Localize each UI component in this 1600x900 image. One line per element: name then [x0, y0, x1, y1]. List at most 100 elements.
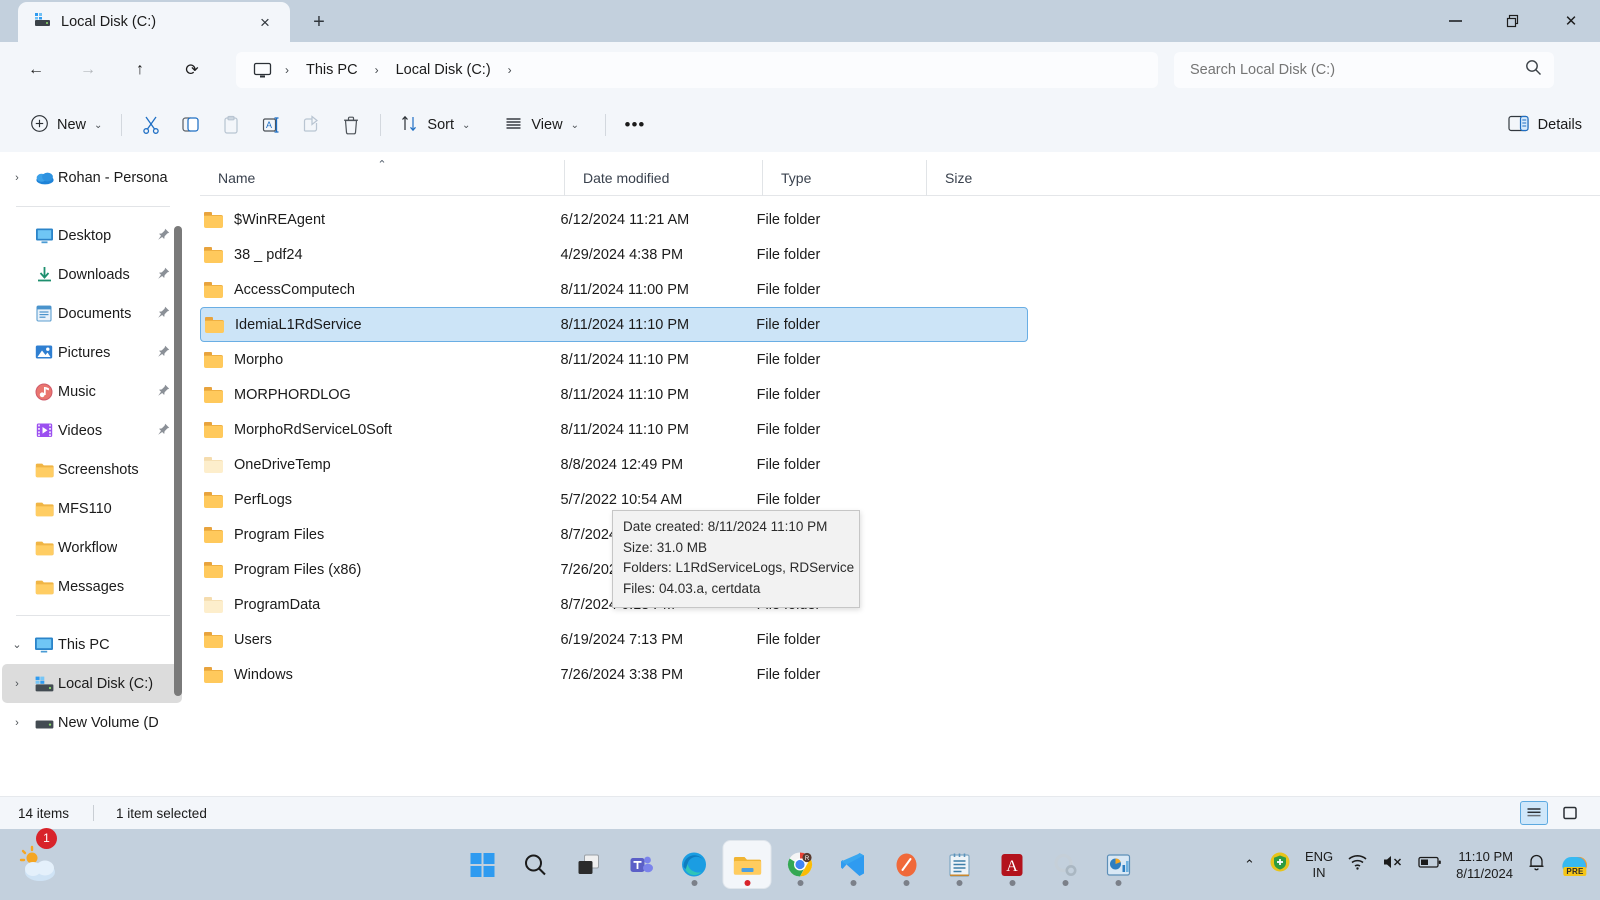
sidebar-item-music[interactable]: Music: [2, 372, 182, 411]
chevron-expander-icon[interactable]: ›: [4, 172, 30, 184]
new-tab-icon[interactable]: +: [304, 7, 334, 37]
column-header-date-modified[interactable]: Date modified: [564, 159, 762, 196]
table-row[interactable]: AccessComputech 8/11/2024 11:00 PM File fo…: [200, 272, 1028, 307]
chrome-browser[interactable]: R: [777, 841, 824, 888]
close-button[interactable]: ✕: [1542, 0, 1600, 42]
table-row[interactable]: IdemiaL1RdService 8/11/2024 11:10 PM File …: [200, 307, 1028, 342]
vscode-app[interactable]: [830, 841, 877, 888]
delete-button[interactable]: [331, 107, 371, 143]
status-bar: 14 items 1 item selected: [0, 796, 1600, 829]
sidebar-item-downloads[interactable]: Downloads: [2, 255, 182, 294]
pin-icon[interactable]: [157, 306, 170, 322]
sidebar-item-desktop[interactable]: Desktop: [2, 216, 182, 255]
copilot-icon[interactable]: PRE: [1560, 851, 1590, 879]
teams-app[interactable]: [618, 841, 665, 888]
volume-muted-icon[interactable]: [1382, 853, 1404, 876]
table-row[interactable]: 38 _ pdf24 4/29/2024 4:38 PM File folder: [200, 237, 1028, 272]
sidebar-item-rohan-persona[interactable]: › Rohan - Persona: [2, 158, 182, 197]
svg-text:R: R: [805, 856, 810, 862]
breadcrumb[interactable]: › This PC › Local Disk (C:) ›: [236, 52, 1158, 88]
language-indicator[interactable]: ENG IN: [1305, 849, 1333, 881]
share-button[interactable]: [291, 107, 331, 143]
task-view-button[interactable]: [565, 841, 612, 888]
search-button[interactable]: [512, 841, 559, 888]
sidebar-item-mfs110[interactable]: MFS110: [2, 489, 182, 528]
close-tab-icon[interactable]: ×: [250, 7, 280, 37]
copy-button[interactable]: [171, 107, 211, 143]
sidebar-item-pictures[interactable]: Pictures: [2, 333, 182, 372]
refresh-button[interactable]: ⟳: [172, 52, 212, 88]
pin-icon[interactable]: [157, 423, 170, 439]
column-header-name[interactable]: ⌃ Name: [200, 159, 564, 196]
paste-button[interactable]: [211, 107, 251, 143]
more-options-button[interactable]: •••: [615, 107, 655, 143]
monitor-icon[interactable]: [249, 62, 276, 79]
table-row[interactable]: MorphoRdServiceL0Soft 8/11/2024 11:10 PM F…: [200, 412, 1028, 447]
charts-app[interactable]: [1095, 841, 1142, 888]
security-shield-icon[interactable]: [1269, 851, 1291, 878]
clock[interactable]: 11:10 PM 8/11/2024: [1456, 848, 1513, 882]
editor-app[interactable]: [883, 841, 930, 888]
settings-app[interactable]: [1042, 841, 1089, 888]
notepad-app[interactable]: [936, 841, 983, 888]
chevron-expander-icon[interactable]: ⌄: [4, 638, 30, 651]
table-row[interactable]: $WinREAgent 6/12/2024 11:21 AM File folder: [200, 202, 1028, 237]
up-button[interactable]: ↑: [120, 52, 160, 88]
cut-button[interactable]: [131, 107, 171, 143]
details-pane-button[interactable]: Details: [1508, 115, 1582, 136]
chevron-expander-icon[interactable]: ›: [4, 717, 30, 729]
sidebar-item-screenshots[interactable]: Screenshots: [2, 450, 182, 489]
sidebar-item-label: This PC: [58, 636, 110, 653]
rename-button[interactable]: A: [251, 107, 291, 143]
table-row[interactable]: Morpho 8/11/2024 11:10 PM File folder: [200, 342, 1028, 377]
minimize-button[interactable]: [1426, 0, 1484, 42]
new-button[interactable]: New ⌄: [20, 107, 112, 143]
details-view-toggle[interactable]: [1520, 801, 1548, 825]
battery-icon[interactable]: [1418, 855, 1442, 874]
acrobat-reader[interactable]: A: [989, 841, 1036, 888]
start-button[interactable]: [459, 841, 506, 888]
back-button[interactable]: ←: [16, 52, 56, 88]
search-icon[interactable]: [1525, 59, 1542, 81]
notifications-bell-icon[interactable]: [1527, 852, 1546, 877]
wifi-icon[interactable]: [1347, 853, 1368, 876]
file-explorer[interactable]: [723, 841, 771, 888]
sidebar-item-local-disk-c[interactable]: › Local Disk (C:): [2, 664, 182, 703]
breadcrumb-item-local-disk[interactable]: Local Disk (C:): [388, 59, 499, 81]
table-row[interactable]: Windows 7/26/2024 3:38 PM File folder: [200, 657, 1028, 692]
column-header-size[interactable]: Size: [926, 159, 1036, 196]
edge-browser[interactable]: [671, 841, 718, 888]
pin-icon[interactable]: [157, 267, 170, 283]
sidebar-item-this-pc[interactable]: ⌄ This PC: [2, 625, 182, 664]
chevron-expander-icon[interactable]: ›: [4, 678, 30, 690]
pin-icon[interactable]: [157, 228, 170, 244]
search-input[interactable]: [1190, 62, 1525, 78]
view-button[interactable]: View ⌄: [494, 107, 589, 143]
weather-widget[interactable]: 1: [14, 827, 66, 886]
sidebar-item-documents[interactable]: Documents: [2, 294, 182, 333]
pin-icon[interactable]: [157, 345, 170, 361]
tooltip-size: Size: 31.0 MB: [623, 539, 708, 555]
pin-icon[interactable]: [157, 384, 170, 400]
file-name-label: Windows: [234, 666, 293, 683]
sort-button[interactable]: Sort ⌄: [390, 107, 480, 143]
column-header-type[interactable]: Type: [762, 159, 926, 196]
sidebar-item-messages[interactable]: Messages: [2, 567, 182, 606]
tray-overflow-icon[interactable]: ⌃: [1244, 857, 1255, 873]
table-row[interactable]: MORPHORDLOG 8/11/2024 11:10 PM File folder: [200, 377, 1028, 412]
sidebar-item-workflow[interactable]: Workflow: [2, 528, 182, 567]
breadcrumb-item-this-pc[interactable]: This PC: [298, 59, 366, 81]
sidebar-scrollbar-thumb[interactable]: [174, 226, 182, 696]
toolbar-divider: [380, 114, 382, 136]
sidebar-item-new-volume-d[interactable]: › New Volume (D: [2, 703, 182, 742]
restore-button[interactable]: [1484, 0, 1542, 42]
breadcrumb-separator[interactable]: ›: [499, 63, 521, 77]
clock-time: 11:10 PM: [1458, 848, 1513, 864]
browser-tab-local-disk[interactable]: Local Disk (C:) ×: [18, 2, 290, 42]
forward-button[interactable]: →: [68, 52, 108, 88]
search-box[interactable]: [1174, 52, 1554, 88]
table-row[interactable]: OneDriveTemp 8/8/2024 12:49 PM File folder: [200, 447, 1028, 482]
sidebar-item-videos[interactable]: Videos: [2, 411, 182, 450]
large-icons-view-toggle[interactable]: [1556, 801, 1584, 825]
table-row[interactable]: Users 6/19/2024 7:13 PM File folder: [200, 622, 1028, 657]
